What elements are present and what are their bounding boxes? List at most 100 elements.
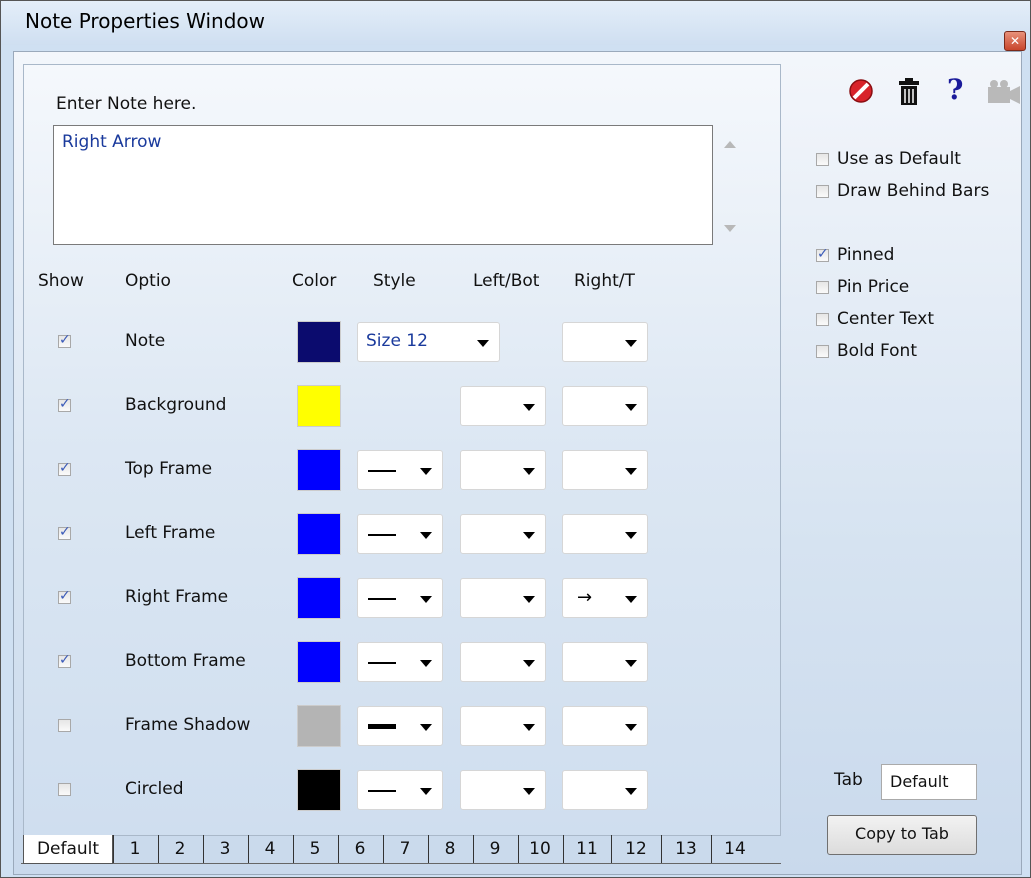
chevron-down-icon	[523, 532, 535, 539]
chevron-down-icon	[625, 660, 637, 667]
chevron-down-icon	[625, 596, 637, 603]
right-top-dropdown[interactable]	[562, 386, 648, 426]
chevron-down-icon	[523, 404, 535, 411]
right-top-dropdown[interactable]	[562, 770, 648, 810]
style-dropdown[interactable]	[357, 578, 443, 618]
style-dropdown[interactable]	[357, 706, 443, 746]
color-swatch[interactable]	[297, 385, 341, 427]
tab-12[interactable]: 12	[611, 835, 660, 863]
tab-8[interactable]: 8	[428, 835, 471, 863]
option-checkbox-label: Draw Behind Bars	[837, 181, 990, 201]
tab-6[interactable]: 6	[338, 835, 381, 863]
close-button[interactable]: ✕	[1004, 31, 1026, 51]
chevron-down-icon	[523, 788, 535, 795]
option-label: Background	[125, 395, 227, 415]
note-textarea[interactable]: Right Arrow	[53, 125, 713, 245]
tab-4[interactable]: 4	[248, 835, 291, 863]
option-label: Left Frame	[125, 523, 216, 543]
style-dropdown[interactable]	[357, 514, 443, 554]
right-top-dropdown[interactable]	[562, 322, 648, 362]
tab-7[interactable]: 7	[383, 835, 426, 863]
left-bottom-dropdown[interactable]	[460, 386, 546, 426]
chevron-down-icon	[523, 724, 535, 731]
style-dropdown[interactable]	[357, 450, 443, 490]
style-dropdown[interactable]: Size 12	[357, 322, 500, 362]
show-checkbox[interactable]	[58, 719, 71, 732]
option-checkbox[interactable]: Use as Default	[816, 149, 961, 169]
tab-3[interactable]: 3	[203, 835, 246, 863]
camera-icon[interactable]	[986, 77, 1022, 107]
option-checkbox-label: Pinned	[837, 245, 895, 265]
chevron-down-icon	[420, 788, 432, 795]
option-checkbox[interactable]: Draw Behind Bars	[816, 181, 989, 201]
stop-icon[interactable]	[847, 77, 875, 107]
right-top-dropdown[interactable]	[562, 642, 648, 682]
checkbox-icon	[816, 312, 829, 326]
left-bottom-dropdown[interactable]	[460, 578, 546, 618]
show-checkbox[interactable]	[58, 783, 71, 796]
left-bottom-dropdown[interactable]	[460, 770, 546, 810]
color-swatch[interactable]	[297, 641, 341, 683]
color-swatch[interactable]	[297, 449, 341, 491]
checkbox-icon	[816, 246, 829, 262]
tab-input[interactable]: Default	[881, 764, 977, 800]
chevron-down-icon	[477, 340, 489, 347]
tab-13[interactable]: 13	[661, 835, 710, 863]
show-checkbox[interactable]	[58, 396, 71, 412]
chevron-down-icon	[523, 596, 535, 603]
left-bottom-dropdown[interactable]	[460, 642, 546, 682]
left-bottom-dropdown[interactable]	[460, 514, 546, 554]
scroll-up-icon[interactable]	[724, 141, 736, 148]
tab-default[interactable]: Default	[23, 835, 113, 864]
header-show: Show	[38, 271, 84, 291]
tab-10[interactable]: 10	[518, 835, 561, 863]
option-checkbox[interactable]: Center Text	[816, 309, 934, 329]
tab-14[interactable]: 14	[711, 835, 758, 863]
scroll-down-icon[interactable]	[724, 225, 736, 232]
checkbox-icon	[816, 184, 829, 198]
color-swatch[interactable]	[297, 769, 341, 811]
tabstrip-baseline	[21, 863, 781, 864]
right-top-dropdown[interactable]	[562, 450, 648, 490]
checkbox-icon	[816, 152, 829, 166]
left-bottom-dropdown[interactable]	[460, 706, 546, 746]
show-checkbox[interactable]	[58, 332, 71, 348]
style-value: Size 12	[366, 331, 428, 351]
tab-11[interactable]: 11	[563, 835, 610, 863]
right-top-dropdown[interactable]	[562, 706, 648, 746]
chevron-down-icon	[625, 532, 637, 539]
help-icon[interactable]: ?	[947, 73, 963, 106]
tab-5[interactable]: 5	[293, 835, 336, 863]
right-top-dropdown[interactable]	[562, 514, 648, 554]
tab-1[interactable]: 1	[113, 835, 156, 863]
option-checkbox[interactable]: Pinned	[816, 245, 894, 265]
color-swatch[interactable]	[297, 705, 341, 747]
style-dropdown[interactable]	[357, 770, 443, 810]
line-style-preview	[368, 470, 396, 472]
copy-to-tab-button[interactable]: Copy to Tab	[827, 815, 977, 855]
right-top-dropdown[interactable]: →	[562, 578, 648, 618]
option-label: Top Frame	[125, 459, 213, 479]
chevron-down-icon	[523, 660, 535, 667]
show-checkbox[interactable]	[58, 460, 71, 476]
chevron-down-icon	[625, 724, 637, 731]
tab-9[interactable]: 9	[473, 835, 516, 863]
tab-input-value: Default	[890, 772, 949, 791]
option-checkbox-label: Use as Default	[837, 149, 961, 169]
tab-2[interactable]: 2	[158, 835, 201, 863]
show-checkbox[interactable]	[58, 588, 71, 604]
show-checkbox[interactable]	[58, 652, 71, 668]
chevron-down-icon	[523, 468, 535, 475]
show-checkbox[interactable]	[58, 524, 71, 540]
color-swatch[interactable]	[297, 321, 341, 363]
left-bottom-dropdown[interactable]	[460, 450, 546, 490]
option-checkbox[interactable]: Bold Font	[816, 341, 917, 361]
style-dropdown[interactable]	[357, 642, 443, 682]
option-checkbox[interactable]: Pin Price	[816, 277, 909, 297]
chevron-down-icon	[625, 788, 637, 795]
color-swatch[interactable]	[297, 577, 341, 619]
trash-icon[interactable]	[896, 77, 922, 107]
header-style: Style	[373, 271, 416, 291]
note-scrollbar[interactable]	[715, 125, 745, 243]
color-swatch[interactable]	[297, 513, 341, 555]
